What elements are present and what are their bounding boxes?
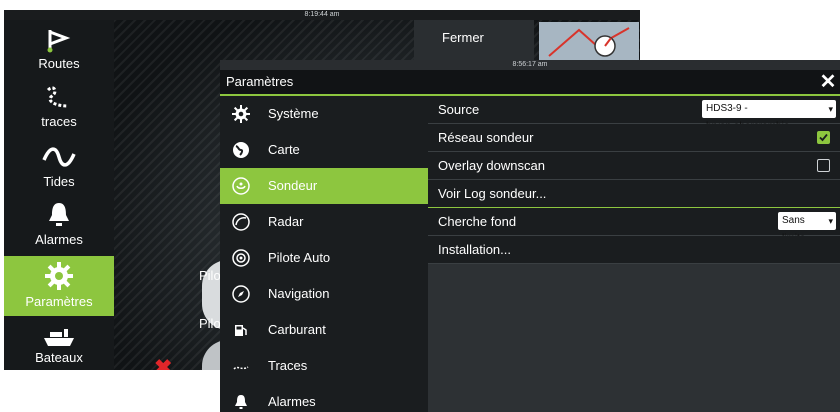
overlay-downscan-checkbox[interactable] <box>817 159 830 172</box>
routes-icon <box>47 30 71 53</box>
ship-icon <box>44 329 74 346</box>
close-icon[interactable]: ✕ <box>818 72 838 92</box>
pilot-label-1: Pilo <box>199 268 221 283</box>
bottom-search-dropdown[interactable]: Sans limite ▾ <box>778 212 836 244</box>
radar-icon <box>232 213 250 231</box>
bell-icon <box>235 395 247 409</box>
autopilot-icon <box>232 249 250 267</box>
bottom-search-label: Cherche fond <box>438 214 517 229</box>
nav-item-label: Pilote Auto <box>268 250 331 265</box>
rail-item-alarms[interactable]: Alarmes <box>4 196 114 252</box>
nav-item-chart[interactable]: Carte <box>220 132 428 168</box>
installation-label: Installation... <box>438 242 511 257</box>
bell-icon <box>49 203 69 226</box>
background-clock: 8:19:44 am <box>4 10 640 20</box>
nav-item-label: Alarmes <box>268 394 316 409</box>
nav-item-navigation[interactable]: Navigation <box>220 276 428 312</box>
traces-icon <box>233 366 249 370</box>
nav-item-system[interactable]: Système <box>220 96 428 132</box>
rail-item-settings[interactable]: Paramètres <box>4 256 114 316</box>
nav-item-fuel[interactable]: Carburant <box>220 312 428 348</box>
nav-item-label: Traces <box>268 358 308 373</box>
fuel-icon <box>235 325 247 336</box>
background-sidebar: Routes traces Tides Alarmes Paramètres B… <box>4 20 114 370</box>
dialog-titlebar: Paramètres ✕ <box>220 70 840 96</box>
rail-item-label: Routes <box>38 56 80 71</box>
chart-thumbnail-image <box>539 22 639 64</box>
gear-icon <box>232 105 250 123</box>
traces-icon <box>46 86 69 108</box>
settings-nav: Système Carte Sondeur Radar Pilote Auto … <box>220 96 428 412</box>
background-close-button[interactable]: Fermer <box>414 20 534 60</box>
row-installation[interactable]: Installation... <box>428 236 840 264</box>
sonar-network-checkbox[interactable] <box>817 131 830 144</box>
row-view-log[interactable]: Voir Log sondeur... <box>428 180 840 208</box>
chart-thumbnail[interactable] <box>539 22 639 64</box>
pilot-label-2: Pilo <box>199 316 221 331</box>
chevron-down-icon: ▾ <box>828 104 833 114</box>
row-bottom-search[interactable]: Cherche fond Sans limite ▾ <box>428 208 840 244</box>
close-mark-icon[interactable]: ✖ <box>154 355 172 370</box>
sonar-network-label: Réseau sondeur <box>438 130 534 145</box>
chevron-down-icon: ▾ <box>828 216 833 226</box>
sonar-icon <box>232 177 250 195</box>
row-overlay-downscan[interactable]: Overlay downscan <box>428 152 840 180</box>
dialog-title: Paramètres <box>226 74 294 89</box>
nav-item-autopilot[interactable]: Pilote Auto <box>220 240 428 276</box>
tides-icon <box>42 147 76 167</box>
globe-icon <box>233 142 249 158</box>
nav-item-sonar[interactable]: Sondeur <box>220 168 428 204</box>
nav-item-label: Système <box>268 106 319 121</box>
rail-item-traces[interactable]: traces <box>4 78 114 134</box>
nav-item-label: Carte <box>268 142 300 157</box>
rail-item-boats[interactable]: Bateaux <box>4 322 114 370</box>
settings-dialog: 8:56:17 am Paramètres ✕ Système Carte So… <box>220 60 840 412</box>
sonar-settings-panel: Source HDS3-9 - bryan.abercrombie ▾ Rése… <box>428 96 840 412</box>
nav-item-alarms[interactable]: Alarmes <box>220 384 428 412</box>
nav-item-label: Radar <box>268 214 304 229</box>
rail-item-label: Paramètres <box>25 294 93 309</box>
view-log-label: Voir Log sondeur... <box>438 186 547 201</box>
rail-item-label: Alarmes <box>35 232 83 247</box>
nav-item-traces[interactable]: Traces <box>220 348 428 384</box>
gear-icon <box>45 262 73 290</box>
nav-item-label: Sondeur <box>268 178 318 193</box>
nav-item-label: Carburant <box>268 322 326 337</box>
rail-item-tides[interactable]: Tides <box>4 138 114 194</box>
nav-item-label: Navigation <box>268 286 330 301</box>
compass-icon <box>232 285 250 303</box>
rail-item-label: Bateaux <box>35 350 83 365</box>
rail-item-label: Tides <box>43 174 75 189</box>
rail-item-label: traces <box>41 114 77 129</box>
dialog-clock: 8:56:17 am <box>220 60 840 70</box>
row-sonar-network[interactable]: Réseau sondeur <box>428 124 840 152</box>
overlay-downscan-label: Overlay downscan <box>438 158 545 173</box>
checkmark-icon <box>819 133 828 142</box>
source-dropdown[interactable]: HDS3-9 - bryan.abercrombie ▾ <box>702 100 836 132</box>
nav-item-radar[interactable]: Radar <box>220 204 428 240</box>
row-source[interactable]: Source HDS3-9 - bryan.abercrombie ▾ <box>428 96 840 132</box>
source-label: Source <box>438 102 480 117</box>
rail-item-routes[interactable]: Routes <box>4 20 114 76</box>
